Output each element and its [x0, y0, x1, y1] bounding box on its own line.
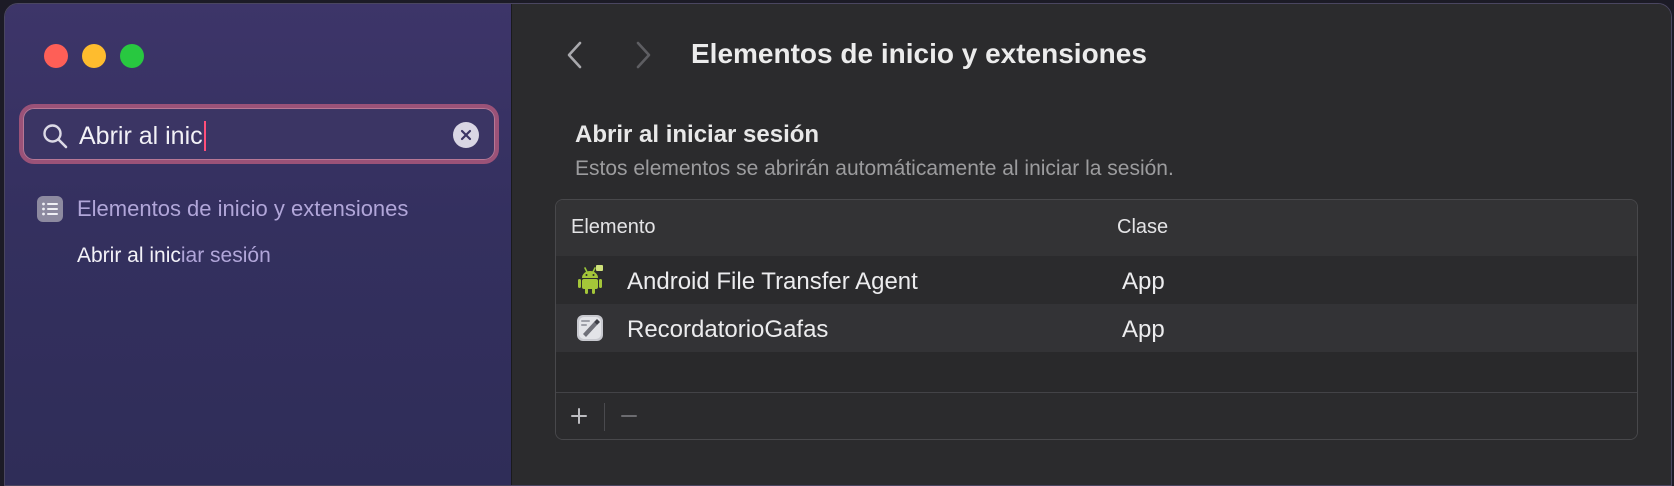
- plus-icon: [571, 408, 587, 424]
- clear-search-button[interactable]: [453, 122, 479, 148]
- item-kind: App: [1122, 316, 1165, 343]
- column-header-element[interactable]: Elemento: [571, 216, 656, 239]
- sidebar-item-label: Elementos de inicio y extensiones: [77, 196, 409, 221]
- toolbar-divider: [604, 403, 605, 431]
- script-app-icon: [577, 315, 603, 341]
- window-controls: [44, 44, 144, 68]
- search-field[interactable]: Abrir al inic: [19, 104, 499, 164]
- android-icon: [578, 265, 603, 294]
- list-icon: [37, 196, 63, 222]
- sidebar-item-login-items[interactable]: Elementos de inicio y extensiones: [37, 196, 408, 222]
- text-caret: [203, 121, 206, 151]
- section-description: Estos elementos se abrirán automáticamen…: [575, 157, 1174, 180]
- table-row[interactable]: RecordatorioGafas App: [556, 304, 1637, 352]
- item-name: Android File Transfer Agent: [627, 268, 918, 295]
- main-pane: Elementos de inicio y extensiones Abrir …: [512, 4, 1671, 485]
- page-title: Elementos de inicio y extensiones: [691, 38, 1147, 69]
- clear-x-icon: [460, 129, 472, 141]
- minimize-window-button[interactable]: [82, 44, 106, 68]
- back-chevron-icon[interactable]: [562, 38, 588, 72]
- zoom-window-button[interactable]: [120, 44, 144, 68]
- search-icon: [43, 124, 68, 149]
- item-kind: App: [1122, 268, 1165, 295]
- add-item-button[interactable]: [556, 393, 602, 439]
- sidebar: Abrir al inic Elementos de inicio y exte…: [5, 4, 512, 485]
- item-name: RecordatorioGafas: [627, 316, 829, 343]
- table-toolbar: [556, 392, 1637, 439]
- login-items-table: Elemento Clase Android File Transfer Age…: [555, 199, 1638, 440]
- sidebar-subitem-open-at-login[interactable]: Abrir al iniciar sesión: [77, 244, 271, 268]
- minus-icon: [621, 415, 637, 417]
- settings-window: Abrir al inic Elementos de inicio y exte…: [4, 3, 1672, 486]
- close-window-button[interactable]: [44, 44, 68, 68]
- remove-item-button[interactable]: [606, 393, 652, 439]
- table-header: Elemento Clase: [556, 200, 1637, 257]
- table-row[interactable]: Android File Transfer Agent App: [556, 256, 1637, 304]
- column-header-kind[interactable]: Clase: [1117, 216, 1168, 239]
- search-input[interactable]: Abrir al inic: [79, 116, 439, 156]
- forward-chevron-icon[interactable]: [630, 38, 656, 72]
- section-title: Abrir al iniciar sesión: [575, 121, 820, 148]
